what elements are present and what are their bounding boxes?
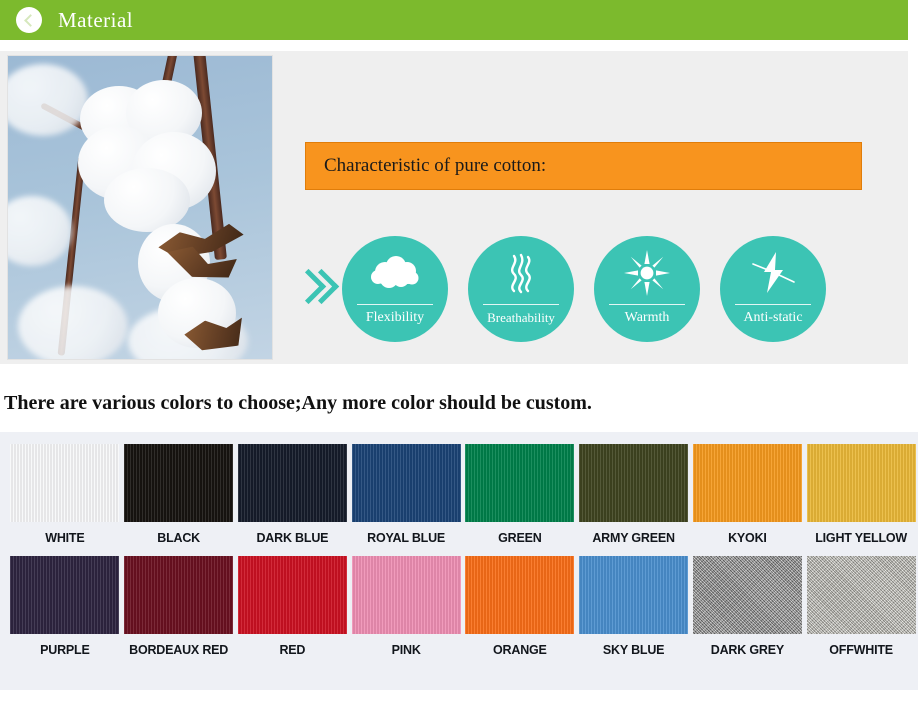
fabric-texture bbox=[10, 444, 120, 522]
material-panel: Characteristic of pure cotton: Flexibili… bbox=[0, 51, 908, 364]
characteristic-banner: Characteristic of pure cotton: bbox=[305, 142, 862, 190]
sun-icon bbox=[594, 250, 700, 296]
swatch-label: ROYAL BLUE bbox=[367, 531, 446, 545]
color-swatch-light-yellow[interactable]: LIGHT YELLOW bbox=[804, 444, 918, 545]
fabric-texture bbox=[465, 556, 575, 634]
feature-divider bbox=[483, 304, 559, 305]
fabric-texture bbox=[351, 444, 461, 522]
color-swatch-offwhite[interactable]: OFFWHITE bbox=[804, 556, 918, 657]
fabric-texture bbox=[806, 556, 916, 634]
color-swatch-white[interactable]: WHITE bbox=[8, 444, 122, 545]
color-swatch-dark-grey[interactable]: DARK GREY bbox=[691, 556, 805, 657]
color-swatch-green[interactable]: GREEN bbox=[463, 444, 577, 545]
feature-label: Anti-static bbox=[743, 310, 803, 325]
swatch-label: KYOKI bbox=[728, 531, 767, 545]
swatch-row-2: PURPLE BORDEAUX RED RED PINK ORANGE SKY BLUE D… bbox=[0, 545, 918, 657]
feature-label: Flexibility bbox=[365, 310, 425, 325]
swatch-label: SKY BLUE bbox=[602, 643, 665, 657]
swatch-chip bbox=[579, 556, 689, 634]
material-header-bar: Material bbox=[0, 0, 908, 40]
color-swatch-red[interactable]: RED bbox=[236, 556, 350, 657]
colors-intro-text: There are various colors to choose;Any m… bbox=[4, 392, 592, 414]
feature-label: Warmth bbox=[624, 310, 670, 325]
wavy-lines-icon bbox=[468, 250, 574, 296]
swatch-chip bbox=[692, 444, 802, 522]
color-swatch-royal-blue[interactable]: ROYAL BLUE bbox=[349, 444, 463, 545]
swatch-chip bbox=[465, 556, 575, 634]
swatch-row-1: WHITE BLACK DARK BLUE ROYAL BLUE GREEN ARMY G… bbox=[0, 432, 918, 545]
fabric-texture bbox=[237, 556, 347, 634]
swatch-chip bbox=[465, 444, 575, 522]
swatch-label: LIGHT YELLOW bbox=[815, 531, 908, 545]
color-swatch-pink[interactable]: PINK bbox=[349, 556, 463, 657]
color-swatch-dark-blue[interactable]: DARK BLUE bbox=[236, 444, 350, 545]
swatch-label: ORANGE bbox=[493, 643, 547, 657]
swatch-chip bbox=[806, 444, 916, 522]
swatch-chip bbox=[124, 556, 234, 634]
color-swatch-black[interactable]: BLACK bbox=[122, 444, 236, 545]
swatch-label: BLACK bbox=[157, 531, 200, 545]
swatch-label: BORDEAUX RED bbox=[129, 643, 229, 657]
fabric-texture bbox=[806, 444, 916, 522]
swatch-chip bbox=[351, 556, 461, 634]
double-chevron-right-icon bbox=[290, 266, 340, 312]
circle-chevron-left-icon bbox=[16, 7, 42, 33]
swatch-chip bbox=[124, 444, 234, 522]
swatch-label: DARK BLUE bbox=[256, 531, 329, 545]
color-swatch-purple[interactable]: PURPLE bbox=[8, 556, 122, 657]
fabric-texture bbox=[124, 444, 234, 522]
color-swatch-bordeaux-red[interactable]: BORDEAUX RED bbox=[122, 556, 236, 657]
color-swatch-panel: WHITE BLACK DARK BLUE ROYAL BLUE GREEN ARMY G… bbox=[0, 432, 918, 690]
fabric-texture bbox=[351, 556, 461, 634]
fabric-texture bbox=[579, 444, 689, 522]
swatch-chip bbox=[237, 556, 347, 634]
lightning-bolt-icon bbox=[720, 250, 826, 296]
swatch-chip bbox=[806, 556, 916, 634]
color-swatch-kyoki[interactable]: KYOKI bbox=[691, 444, 805, 545]
swatch-label: GREEN bbox=[498, 531, 542, 545]
swatch-chip bbox=[579, 444, 689, 522]
swatch-chip bbox=[237, 444, 347, 522]
fabric-texture bbox=[692, 556, 802, 634]
color-swatch-sky-blue[interactable]: SKY BLUE bbox=[577, 556, 691, 657]
feature-divider bbox=[735, 304, 811, 305]
fabric-texture bbox=[465, 444, 575, 522]
swatch-label: OFFWHITE bbox=[829, 643, 893, 657]
characteristic-banner-text: Characteristic of pure cotton: bbox=[324, 155, 547, 176]
feature-divider bbox=[357, 304, 433, 305]
swatch-label: PURPLE bbox=[40, 643, 90, 657]
color-swatch-orange[interactable]: ORANGE bbox=[463, 556, 577, 657]
swatch-chip bbox=[10, 556, 120, 634]
cotton-bolls-photo bbox=[8, 56, 272, 359]
page-title: Material bbox=[58, 7, 134, 32]
fabric-texture bbox=[124, 556, 234, 634]
swatch-label: WHITE bbox=[45, 531, 85, 545]
feature-label: Breathability bbox=[487, 310, 555, 325]
fabric-texture bbox=[692, 444, 802, 522]
feature-anti-static: Anti-static bbox=[720, 236, 826, 342]
feature-flexibility: Flexibility bbox=[342, 236, 448, 342]
swatch-chip bbox=[10, 444, 120, 522]
feature-warmth: Warmth bbox=[594, 236, 700, 342]
feature-divider bbox=[609, 304, 685, 305]
swatch-label: PINK bbox=[391, 643, 421, 657]
swatch-label: DARK GREY bbox=[710, 643, 784, 657]
swatch-label: RED bbox=[279, 643, 306, 657]
features-row: Flexibility Breathability Warmth Anti-st… bbox=[290, 229, 896, 349]
swatch-label: ARMY GREEN bbox=[592, 531, 675, 545]
feature-breathability: Breathability bbox=[468, 236, 574, 342]
color-swatch-army-green[interactable]: ARMY GREEN bbox=[577, 444, 691, 545]
fabric-texture bbox=[579, 556, 689, 634]
fabric-texture bbox=[10, 556, 120, 634]
cloud-icon bbox=[342, 250, 448, 296]
fabric-texture bbox=[237, 444, 347, 522]
swatch-chip bbox=[692, 556, 802, 634]
swatch-chip bbox=[351, 444, 461, 522]
